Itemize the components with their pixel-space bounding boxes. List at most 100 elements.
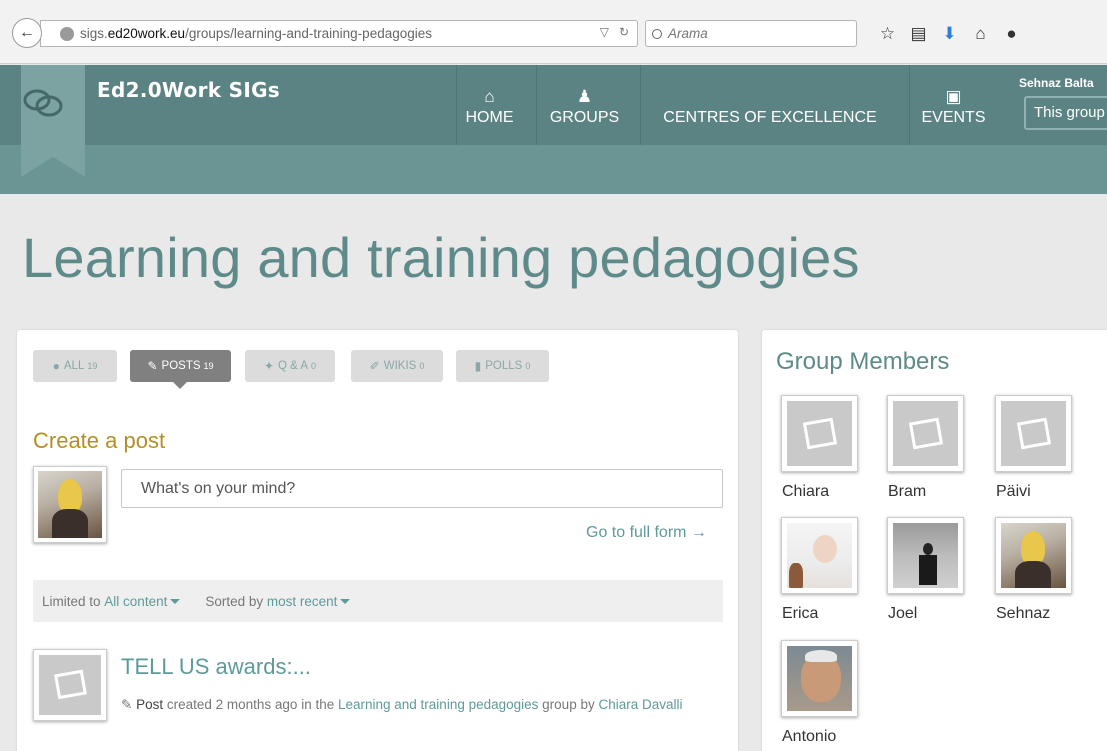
globe-icon <box>60 26 74 41</box>
groups-icon: ♟ <box>576 87 593 106</box>
nav-centres-label: CENTRES OF EXCELLENCE <box>663 109 877 126</box>
nav-home-label: HOME <box>465 109 514 126</box>
back-arrow-icon: ← <box>19 24 35 41</box>
dropdown-arrow-icon[interactable]: ▽ <box>600 25 609 39</box>
post-meta: ✎ Post created 2 months ago in the Learn… <box>121 693 721 717</box>
sorted-label: Sorted by <box>205 593 264 609</box>
member-avatar[interactable] <box>781 640 858 717</box>
member-name[interactable]: Sehnaz <box>996 605 1050 623</box>
tab-posts-count: 19 <box>203 361 214 371</box>
member-name[interactable]: Bram <box>888 483 926 501</box>
search-icon <box>652 28 662 39</box>
member-name[interactable]: Päivi <box>996 483 1031 501</box>
site-brand[interactable]: Ed2.0Work SIGs <box>97 78 280 102</box>
limited-dropdown[interactable]: All content <box>104 593 181 609</box>
chevron-down-icon <box>170 599 181 605</box>
member-photo <box>1001 523 1066 588</box>
limited-value: All content <box>104 593 168 609</box>
pencil-icon: ✎ <box>147 359 158 373</box>
bookmark-star-icon[interactable]: ☆ <box>872 20 903 47</box>
member-avatar[interactable] <box>781 395 858 472</box>
url-controls: ▽ ↻ <box>600 25 629 39</box>
chevron-down-icon <box>340 599 351 605</box>
placeholder-photo-icon <box>39 655 101 715</box>
member-name[interactable]: Erica <box>782 605 818 623</box>
placeholder-photo-icon <box>787 401 852 466</box>
nav-centres[interactable]: CENTRES OF EXCELLENCE <box>640 65 899 145</box>
browser-toolbar-icons: ☆ ▤ ⬇ ⌂ ● <box>872 20 1027 47</box>
home-icon[interactable]: ⌂ <box>965 20 996 47</box>
post-author-avatar[interactable] <box>33 649 107 721</box>
reload-icon[interactable]: ↻ <box>619 25 629 39</box>
avatar[interactable] <box>33 466 107 543</box>
tab-posts-label: POSTS <box>161 360 201 372</box>
sorted-dropdown[interactable]: most recent <box>267 594 351 609</box>
tab-all[interactable]: ● ALL 19 <box>33 350 117 382</box>
placeholder-photo-icon <box>1001 401 1066 466</box>
member-photo <box>893 523 958 588</box>
home-icon: ⌂ <box>484 87 495 106</box>
nav-groups-label: GROUPS <box>549 109 620 126</box>
post-input[interactable]: What's on your mind? <box>121 469 723 508</box>
user-photo <box>38 471 102 538</box>
nav-events-label: EVENTS <box>921 109 986 126</box>
post-by: group by <box>542 697 595 712</box>
address-bar[interactable]: sigs. ed20work.eu/groups/learning-and-tra… <box>40 20 638 47</box>
qa-icon: ✦ <box>263 359 274 373</box>
back-button[interactable]: ← <box>12 18 42 48</box>
speech-bubbles-logo-icon <box>23 89 63 117</box>
sorted-value: most recent <box>266 593 338 609</box>
reading-list-icon[interactable]: ▤ <box>903 20 934 47</box>
comments-icon: ● <box>52 359 60 373</box>
member-photo <box>787 646 852 711</box>
tab-wikis-count: 0 <box>419 361 425 371</box>
member-name[interactable]: Chiara <box>782 483 829 501</box>
post-created: created 2 months ago in the <box>166 697 335 712</box>
member-avatar[interactable] <box>995 395 1072 472</box>
search-placeholder: Arama <box>668 26 708 41</box>
download-icon[interactable]: ⬇ <box>934 20 965 47</box>
tab-qa-count: 0 <box>311 361 317 371</box>
group-members-heading: Group Members <box>776 348 950 375</box>
page-title: Learning and training pedagogies <box>22 226 860 289</box>
calendar-icon: ▣ <box>945 87 962 106</box>
member-avatar[interactable] <box>887 517 964 594</box>
post-type: Post <box>136 697 164 712</box>
tab-polls-count: 0 <box>525 361 531 371</box>
chat-icon[interactable]: ● <box>996 20 1027 47</box>
member-avatar[interactable] <box>887 395 964 472</box>
tab-polls[interactable]: ▮ POLLS 0 <box>456 350 549 382</box>
member-avatar[interactable] <box>781 517 858 594</box>
create-post-heading: Create a post <box>33 428 166 453</box>
full-form-link[interactable]: Go to full form → <box>586 524 707 542</box>
tab-qa[interactable]: ✦ Q & A 0 <box>245 350 335 382</box>
url-path: /groups/learning-and-training-pedagogies <box>185 26 432 41</box>
tab-polls-label: POLLS <box>485 360 523 372</box>
url-host: ed20work.eu <box>107 26 186 41</box>
tab-wikis[interactable]: ✐ WIKIS 0 <box>351 350 443 382</box>
feed-filter-bar: Limited to All content Sorted by most re… <box>33 580 723 622</box>
post-title[interactable]: TELL US awards:... <box>121 654 311 680</box>
tab-qa-label: Q & A <box>278 360 309 372</box>
member-avatar[interactable] <box>995 517 1072 594</box>
tab-all-count: 19 <box>87 361 98 371</box>
nav-events[interactable]: ▣ EVENTS <box>909 65 997 145</box>
member-name[interactable]: Joel <box>888 605 917 623</box>
tab-all-label: ALL <box>63 360 85 372</box>
group-search-input[interactable]: This group <box>1024 96 1107 130</box>
limited-label: Limited to <box>42 593 101 609</box>
browser-search-input[interactable]: Arama <box>645 20 857 47</box>
user-name[interactable]: Sehnaz Balta <box>1019 76 1094 90</box>
bar-chart-icon: ▮ <box>474 359 482 373</box>
post-author-link[interactable]: Chiara Davalli <box>598 697 682 712</box>
member-name[interactable]: Antonio <box>782 728 836 746</box>
nav-home[interactable]: ⌂ HOME <box>456 65 522 145</box>
pencil-icon: ✎ <box>121 697 133 712</box>
site-subheader-bar <box>0 145 1107 194</box>
edit-icon: ✐ <box>369 359 380 373</box>
tab-posts[interactable]: ✎ POSTS 19 <box>130 350 231 389</box>
tab-wikis-label: WIKIS <box>383 360 417 372</box>
nav-groups[interactable]: ♟ GROUPS <box>536 65 632 145</box>
placeholder-photo-icon <box>893 401 958 466</box>
post-group-link[interactable]: Learning and training pedagogies <box>338 697 538 712</box>
